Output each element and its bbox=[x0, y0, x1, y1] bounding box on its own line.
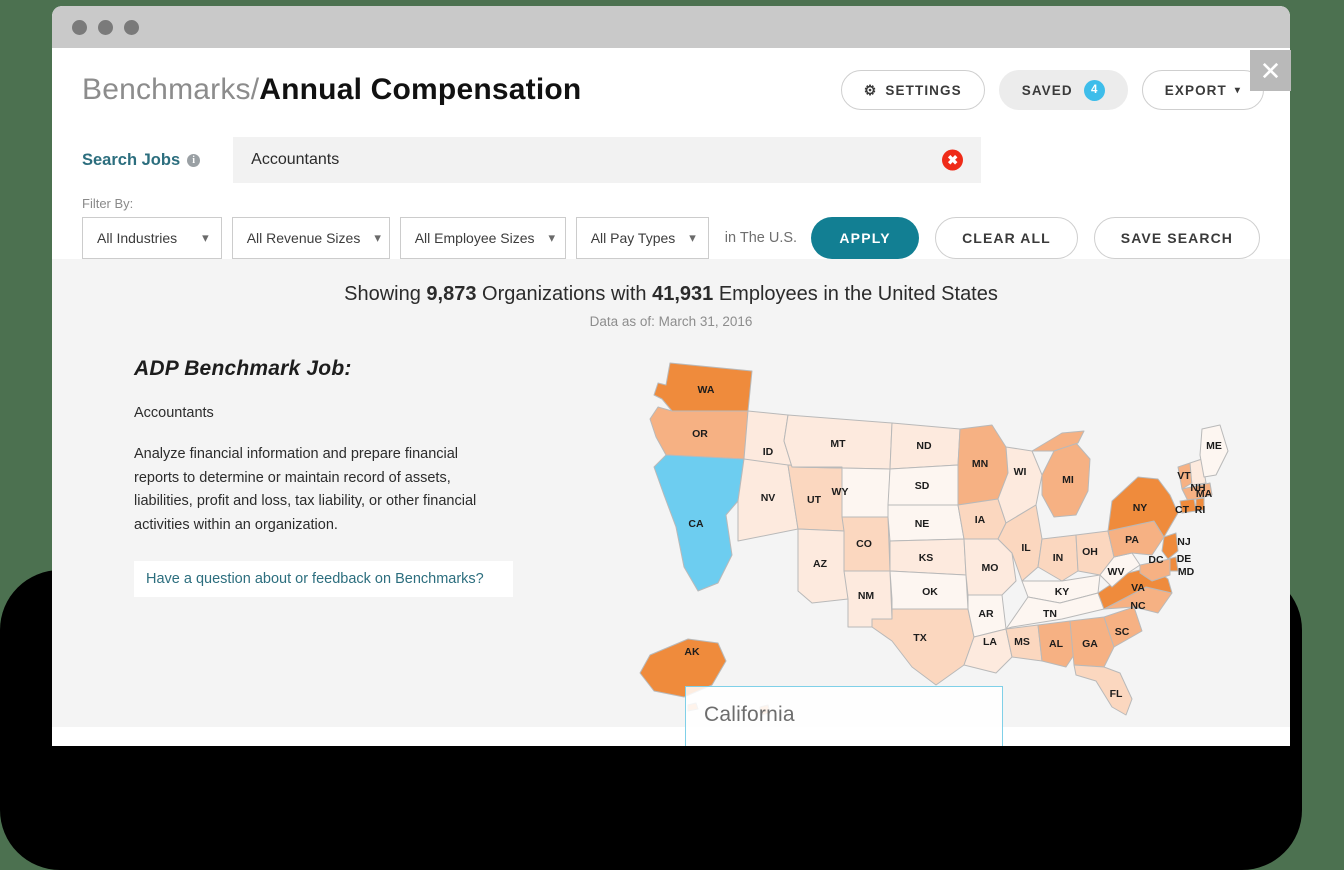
state-nd[interactable] bbox=[889, 422, 961, 470]
browser-titlebar bbox=[52, 6, 1290, 48]
tooltip-state-name: California bbox=[704, 703, 795, 726]
results-summary: Showing 9,873 Organizations with 41,931 … bbox=[52, 283, 1290, 306]
chevron-down-icon: ▾ bbox=[202, 230, 209, 245]
window-close-dot[interactable] bbox=[72, 19, 87, 35]
state-ut[interactable] bbox=[787, 464, 845, 532]
map-svg[interactable]: WA MT ND MN WI MI ME VT NH MA CT RI NY P… bbox=[592, 355, 1232, 735]
benchmark-info-panel: ADP Benchmark Job: Accountants Analyze f… bbox=[134, 357, 529, 597]
info-icon[interactable]: i bbox=[187, 153, 201, 167]
summary-prefix: Showing bbox=[344, 283, 427, 305]
state-label-nj: NJ bbox=[1177, 536, 1191, 548]
state-nj[interactable] bbox=[1161, 532, 1179, 560]
close-icon: ✕ bbox=[1259, 55, 1282, 86]
search-label-text: Search Jobs bbox=[82, 150, 181, 169]
state-ok[interactable] bbox=[889, 570, 969, 610]
search-row: Search Jobs i Accountants ✖ bbox=[52, 132, 1290, 188]
state-mi[interactable] bbox=[1041, 442, 1091, 518]
state-ri[interactable] bbox=[1195, 497, 1205, 512]
filter-revenue-value: All Revenue Sizes bbox=[246, 230, 361, 246]
export-button[interactable]: EXPORT ▾ bbox=[1141, 70, 1264, 110]
clear-search-icon[interactable]: ✖ bbox=[942, 149, 964, 171]
state-or[interactable] bbox=[649, 406, 749, 460]
filter-industries-value: All Industries bbox=[97, 230, 178, 246]
chevron-down-icon: ▾ bbox=[1234, 84, 1241, 96]
us-choropleth-map[interactable]: WA MT ND MN WI MI ME VT NH MA CT RI NY P… bbox=[592, 355, 1232, 735]
breadcrumb-benchmarks: Benchmarks/ bbox=[82, 73, 260, 106]
state-az[interactable] bbox=[797, 528, 849, 604]
employee-count: 41,931 bbox=[652, 283, 714, 305]
search-input[interactable]: Accountants ✖ bbox=[233, 137, 982, 183]
search-input-value: Accountants bbox=[251, 151, 340, 168]
search-jobs-label: Search Jobs i bbox=[82, 150, 201, 170]
data-as-of: Data as of: March 31, 2016 bbox=[589, 314, 753, 329]
summary-suffix: Employees in the United States bbox=[713, 283, 998, 305]
filter-select-industries[interactable]: All Industries ▾ bbox=[82, 217, 222, 259]
state-ca[interactable] bbox=[653, 454, 745, 592]
apply-button[interactable]: APPLY bbox=[811, 217, 920, 259]
breadcrumb-current: Annual Compensation bbox=[259, 73, 582, 106]
filter-block: Filter By: All Industries ▾ All Revenue … bbox=[52, 188, 1290, 259]
app-header: Benchmarks/Annual Compensation ⚙ SETTING… bbox=[52, 48, 1290, 132]
benchmark-job-name: Accountants bbox=[134, 405, 214, 421]
filter-paytype-value: All Pay Types bbox=[590, 230, 676, 246]
saved-button[interactable]: SAVED 4 bbox=[998, 70, 1128, 110]
header-actions: ⚙ SETTINGS SAVED 4 EXPORT ▾ bbox=[840, 70, 1264, 110]
state-sd[interactable] bbox=[887, 464, 959, 506]
page-title: Benchmarks/Annual Compensation bbox=[82, 73, 581, 107]
window-minimize-dot[interactable] bbox=[98, 19, 113, 35]
settings-label: SETTINGS bbox=[885, 82, 962, 98]
state-co[interactable] bbox=[841, 516, 891, 572]
feedback-link[interactable]: Have a question about or feedback on Ben… bbox=[146, 571, 484, 587]
summary-mid: Organizations with bbox=[476, 283, 653, 305]
chevron-down-icon: ▾ bbox=[689, 230, 696, 245]
state-fl[interactable] bbox=[1073, 664, 1133, 716]
save-search-button[interactable]: SAVE SEARCH bbox=[1093, 217, 1260, 259]
state-in[interactable] bbox=[1037, 534, 1079, 582]
filter-by-label: Filter By: bbox=[82, 196, 134, 211]
organization-count: 9,873 bbox=[426, 283, 477, 305]
state-ct[interactable] bbox=[1179, 498, 1197, 514]
filter-select-employee-sizes[interactable]: All Employee Sizes ▾ bbox=[399, 217, 566, 259]
filter-select-pay-types[interactable]: All Pay Types ▾ bbox=[575, 217, 709, 259]
feedback-box[interactable]: Have a question about or feedback on Ben… bbox=[134, 561, 513, 597]
state-ms[interactable] bbox=[1005, 624, 1043, 662]
state-ia[interactable] bbox=[957, 498, 1007, 540]
map-tooltip-card: California Median Base Salary $65,000 11… bbox=[685, 686, 1003, 746]
scope-label: in The U.S. bbox=[724, 230, 798, 246]
state-tx[interactable] bbox=[871, 608, 975, 686]
state-label-de: DE bbox=[1177, 553, 1192, 565]
window-maximize-dot[interactable] bbox=[124, 19, 139, 35]
close-overlay-button[interactable]: ✕ bbox=[1250, 50, 1291, 91]
filter-row: All Industries ▾ All Revenue Sizes ▾ All… bbox=[82, 217, 1260, 259]
filter-select-revenue-sizes[interactable]: All Revenue Sizes ▾ bbox=[231, 217, 390, 259]
state-ks[interactable] bbox=[889, 538, 967, 576]
filter-employee-value: All Employee Sizes bbox=[414, 230, 535, 246]
state-wa[interactable] bbox=[653, 362, 753, 412]
state-ne[interactable] bbox=[887, 504, 965, 542]
state-al[interactable] bbox=[1037, 620, 1075, 668]
settings-button[interactable]: ⚙ SETTINGS bbox=[840, 70, 985, 110]
state-label-md: MD bbox=[1178, 566, 1195, 578]
chevron-down-icon: ▾ bbox=[374, 230, 381, 245]
state-me[interactable] bbox=[1199, 424, 1229, 478]
clear-all-button[interactable]: CLEAR ALL bbox=[935, 217, 1078, 259]
benchmark-job-heading: ADP Benchmark Job: bbox=[134, 357, 352, 380]
saved-label: SAVED bbox=[1021, 82, 1073, 98]
browser-window: Benchmarks/Annual Compensation ⚙ SETTING… bbox=[52, 6, 1290, 746]
results-body: Showing 9,873 Organizations with 41,931 … bbox=[52, 259, 1290, 746]
gear-icon: ⚙ bbox=[863, 81, 878, 98]
chevron-down-icon: ▾ bbox=[548, 230, 556, 245]
export-label: EXPORT bbox=[1164, 82, 1227, 98]
benchmark-job-description: Analyze financial information and prepar… bbox=[134, 446, 477, 533]
saved-count-badge: 4 bbox=[1083, 79, 1105, 101]
state-mt[interactable] bbox=[783, 414, 893, 470]
